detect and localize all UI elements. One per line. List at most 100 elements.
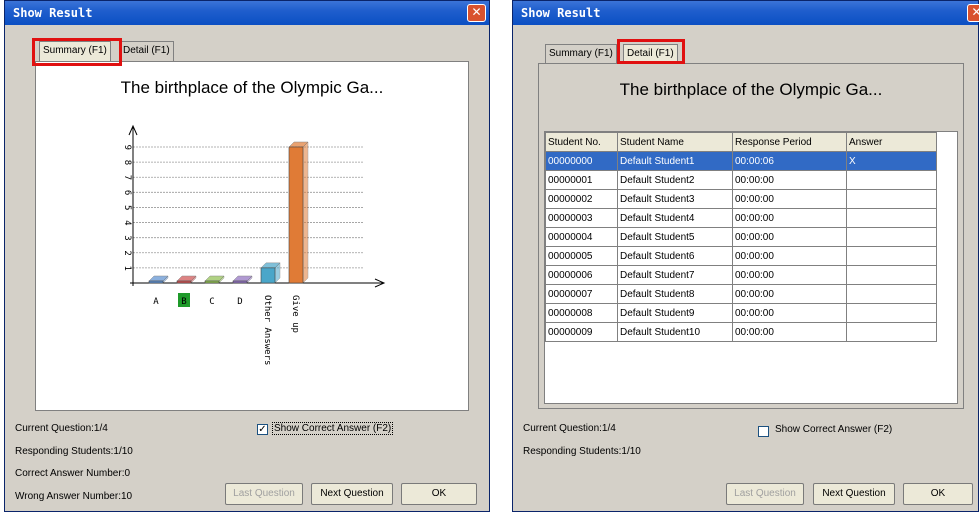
right-show-correct-label[interactable]: Show Correct Answer (F2) [775, 424, 892, 435]
left-responding-students: Responding Students:1/10 [15, 446, 133, 457]
cell-student-no: 00000009 [545, 322, 618, 342]
cell-student-no: 00000008 [545, 303, 618, 323]
left-show-correct-label[interactable]: Show Correct Answer (F2) [272, 422, 394, 435]
cell-student-no: 00000001 [545, 170, 618, 190]
col-student-no[interactable]: Student No. [545, 132, 618, 152]
table-row[interactable]: 00000003 Default Student4 00:00:00 [545, 208, 937, 228]
col-answer[interactable]: Answer [846, 132, 937, 152]
bar-side [302, 141, 309, 284]
cell-response-period: 00:00:00 [732, 189, 847, 209]
detail-question-title: The birthplace of the Olympic Ga... [619, 80, 883, 99]
cell-student-no: 00000004 [545, 227, 618, 247]
right-show-correct-checkbox[interactable] [758, 426, 769, 437]
table-row[interactable]: 00000000 Default Student1 00:00:06 X [545, 151, 937, 171]
cell-response-period: 00:00:00 [732, 303, 847, 323]
table-row[interactable]: 00000009 Default Student10 00:00:00 [545, 322, 937, 342]
left-tab-detail[interactable]: Detail (F1) [119, 41, 174, 61]
left-close-icon[interactable]: ✕ [467, 4, 486, 22]
right-tab-summary[interactable]: Summary (F1) [545, 44, 617, 64]
cell-response-period: 00:00:00 [732, 246, 847, 266]
x-tick-label: D [237, 297, 242, 307]
right-window-titlebar[interactable]: Show Result ✕ [513, 1, 979, 25]
cell-student-name: Default Student1 [617, 151, 733, 171]
right-close-icon[interactable]: ✕ [967, 4, 979, 22]
cell-student-name: Default Student5 [617, 227, 733, 247]
left-ok-button[interactable]: OK [401, 483, 477, 505]
cell-student-name: Default Student3 [617, 189, 733, 209]
table-row[interactable]: 00000004 Default Student5 00:00:00 [545, 227, 937, 247]
cell-student-no: 00000000 [545, 151, 618, 171]
y-tick-label: 2 [122, 250, 132, 255]
x-tick-label: B [181, 297, 186, 307]
right-last-question-button[interactable]: Last Question [726, 483, 804, 505]
cell-answer [846, 322, 937, 342]
y-tick-label: 5 [122, 205, 132, 210]
cell-student-name: Default Student7 [617, 265, 733, 285]
y-tick-label: 7 [122, 175, 132, 180]
bar [288, 146, 304, 284]
cell-student-name: Default Student2 [617, 170, 733, 190]
left-tab-summary[interactable]: Summary (F1) [39, 41, 111, 61]
right-next-question-button[interactable]: Next Question [813, 483, 895, 505]
x-tick-label: Other Answers [262, 295, 272, 365]
left-last-question-button[interactable]: Last Question [225, 483, 303, 505]
cell-student-name: Default Student6 [617, 246, 733, 266]
col-response-period[interactable]: Response Period [732, 132, 847, 152]
y-tick-label: 4 [122, 220, 132, 225]
cell-student-no: 00000006 [545, 265, 618, 285]
cell-answer [846, 208, 937, 228]
bar [232, 280, 248, 284]
cell-answer [846, 189, 937, 209]
y-tick-label: 1 [122, 265, 132, 270]
cell-response-period: 00:00:00 [732, 170, 847, 190]
detail-panel: The birthplace of the Olympic Ga... Stud… [538, 63, 964, 409]
cell-student-name: Default Student10 [617, 322, 733, 342]
right-responding-students: Responding Students:1/10 [523, 446, 641, 457]
table-row[interactable]: 00000008 Default Student9 00:00:00 [545, 303, 937, 323]
table-row[interactable]: 00000005 Default Student6 00:00:00 [545, 246, 937, 266]
right-result-window: Show Result ✕ Summary (F1) Detail (F1) T… [512, 0, 979, 512]
bar [148, 280, 164, 284]
right-ok-button[interactable]: OK [903, 483, 973, 505]
cell-student-no: 00000002 [545, 189, 618, 209]
cell-student-no: 00000005 [545, 246, 618, 266]
left-correct-answer-number: Correct Answer Number:0 [15, 468, 131, 479]
cell-answer [846, 246, 937, 266]
summary-chart-panel: The birthplace of the Olympic Ga... 1 2 3 4… [35, 61, 469, 411]
cell-answer [846, 303, 937, 323]
col-student-name[interactable]: Student Name [617, 132, 733, 152]
cell-response-period: 00:00:00 [732, 265, 847, 285]
right-window-title: Show Result [521, 6, 601, 20]
cell-answer [846, 170, 937, 190]
cell-response-period: 00:00:00 [732, 208, 847, 228]
student-table-frame: Student No. Student Name Response Period… [544, 131, 958, 404]
left-window-title: Show Result [13, 6, 93, 20]
table-row[interactable]: 00000002 Default Student3 00:00:00 [545, 189, 937, 209]
cell-answer [846, 227, 937, 247]
right-tab-detail[interactable]: Detail (F1) [623, 44, 678, 64]
table-row[interactable]: 00000006 Default Student7 00:00:00 [545, 265, 937, 285]
table-row[interactable]: 00000007 Default Student8 00:00:00 [545, 284, 937, 304]
cell-student-no: 00000003 [545, 208, 618, 228]
cell-response-period: 00:00:06 [732, 151, 847, 171]
x-tick-label: A [153, 297, 159, 307]
left-wrong-answer-number: Wrong Answer Number:10 [15, 491, 133, 502]
left-window-titlebar[interactable]: Show Result ✕ [5, 1, 489, 25]
cell-response-period: 00:00:00 [732, 322, 847, 342]
table-row[interactable]: 00000001 Default Student2 00:00:00 [545, 170, 937, 190]
cell-response-period: 00:00:00 [732, 284, 847, 304]
table-header-row: Student No. Student Name Response Period… [545, 132, 937, 152]
cell-student-name: Default Student4 [617, 208, 733, 228]
left-current-question: Current Question:1/4 [15, 423, 108, 434]
y-tick-label: 9 [122, 145, 132, 150]
cell-answer: X [846, 151, 937, 171]
bar-chart: 1 2 3 4 5 6 7 8 9 A B C D Other Answers Give up [122, 124, 386, 365]
left-result-window: Show Result ✕ Summary (F1) Detail (F1) T… [4, 0, 490, 512]
cell-answer [846, 265, 937, 285]
y-tick-label: 3 [122, 235, 132, 240]
y-tick-label: 6 [122, 190, 132, 195]
bar [204, 280, 220, 284]
left-show-correct-checkbox[interactable]: ✓ [257, 424, 268, 435]
left-next-question-button[interactable]: Next Question [311, 483, 393, 505]
chart-title: The birthplace of the Olympic Ga... [120, 78, 384, 97]
